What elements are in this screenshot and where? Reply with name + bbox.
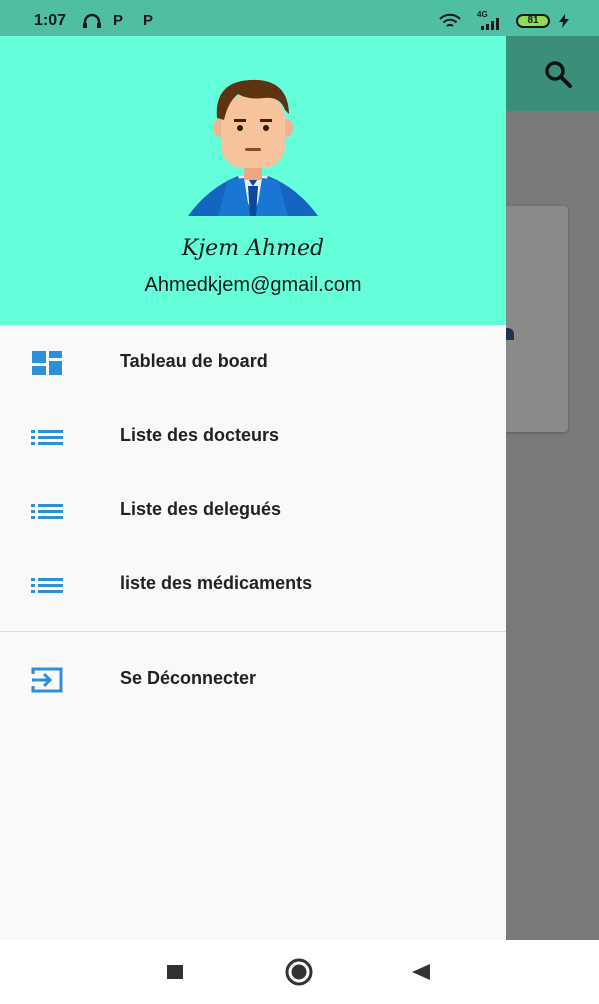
battery-indicator: 81	[516, 14, 550, 28]
charging-icon	[559, 14, 569, 28]
list-icon	[31, 430, 63, 445]
dashboard-icon	[32, 351, 62, 375]
headphones-icon	[83, 13, 101, 28]
user-name: Kjem Ahmed	[181, 236, 325, 261]
menu-item-liste-des-medicaments[interactable]: liste des médicaments	[0, 547, 506, 621]
drawer-header: Kjem Ahmed Ahmedkjem@gmail.com	[0, 36, 506, 325]
p-app-icon: P	[113, 12, 124, 29]
wifi-icon	[439, 13, 461, 27]
menu-item-se-deconnecter[interactable]: Se Déconnecter	[0, 642, 506, 716]
home-icon[interactable]	[284, 958, 314, 986]
background-card	[500, 206, 568, 432]
list-icon	[31, 578, 63, 593]
p-app-icon: P	[143, 12, 154, 29]
menu-item-liste-des-docteurs[interactable]: Liste des docteurs	[0, 399, 506, 473]
navigation-drawer: Kjem Ahmed Ahmedkjem@gmail.com Tableau d…	[0, 36, 506, 940]
menu-item-label: Tableau de board	[120, 351, 268, 371]
user-email: Ahmedkjem@gmail.com	[144, 274, 362, 296]
logout-icon	[31, 667, 63, 693]
recents-icon[interactable]	[165, 964, 185, 980]
menu-item-label: Liste des docteurs	[120, 425, 280, 445]
signal-icon	[481, 18, 499, 30]
status-time: 1:07	[34, 12, 67, 29]
status-bar: 1:07 P P 4G 81	[0, 0, 599, 36]
background-card-mark	[506, 328, 514, 340]
user-avatar	[188, 79, 318, 216]
menu-item-label: Liste des delegués	[120, 499, 282, 519]
menu-item-label: Se Déconnecter	[120, 668, 257, 688]
search-icon[interactable]	[540, 58, 576, 90]
list-icon	[31, 504, 63, 519]
system-nav-bar	[0, 940, 599, 1004]
menu-item-tableau-de-board[interactable]: Tableau de board	[0, 325, 506, 399]
menu-item-label: liste des médicaments	[120, 573, 313, 593]
back-icon[interactable]	[410, 962, 432, 982]
menu-item-liste-des-delegues[interactable]: Liste des delegués	[0, 473, 506, 547]
menu-divider	[0, 631, 506, 632]
